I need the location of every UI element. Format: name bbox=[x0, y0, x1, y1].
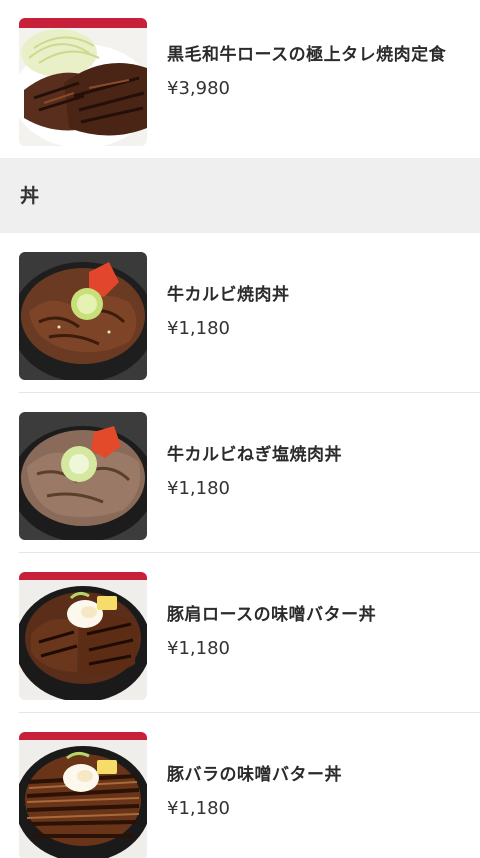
menu-item-karubi-don[interactable]: 牛カルビ焼肉丼 ¥1,180 bbox=[0, 233, 480, 393]
menu-item-price: ¥1,180 bbox=[167, 478, 230, 499]
menu-item-price: ¥3,980 bbox=[167, 78, 230, 99]
menu-item-price: ¥1,180 bbox=[167, 798, 230, 819]
food-photo-beef-teishoku bbox=[19, 18, 147, 146]
menu-item-price: ¥1,180 bbox=[167, 638, 230, 659]
section-header-don: 丼 bbox=[0, 158, 480, 233]
section-title: 丼 bbox=[20, 185, 40, 207]
food-photo-pork-shoulder-don bbox=[19, 572, 147, 700]
menu-item-teishoku[interactable]: 黒毛和牛ロースの極上タレ焼肉定食 ¥3,980 bbox=[0, 0, 480, 158]
menu-item-pork-shoulder-don[interactable]: 豚肩ロースの味噌バター丼 ¥1,180 bbox=[0, 553, 480, 713]
menu-item-name: 豚バラの味噌バター丼 bbox=[167, 765, 342, 785]
menu-item-name: 牛カルビ焼肉丼 bbox=[167, 285, 290, 305]
food-photo-negi-shio-don bbox=[19, 412, 147, 540]
food-photo-pork-belly-don bbox=[19, 732, 147, 858]
menu-list-page: 黒毛和牛ロースの極上タレ焼肉定食 ¥3,980 丼 牛カルビ焼肉丼 ¥1,180… bbox=[0, 0, 480, 858]
food-photo-karubi-don bbox=[19, 252, 147, 380]
menu-item-name: 牛カルビねぎ塩焼肉丼 bbox=[167, 445, 342, 465]
menu-item-negi-shio-don[interactable]: 牛カルビねぎ塩焼肉丼 ¥1,180 bbox=[0, 393, 480, 553]
menu-item-price: ¥1,180 bbox=[167, 318, 230, 339]
menu-item-name: 豚肩ロースの味噌バター丼 bbox=[167, 605, 377, 625]
menu-item-pork-belly-don[interactable]: 豚バラの味噌バター丼 ¥1,180 bbox=[0, 713, 480, 858]
menu-item-name: 黒毛和牛ロースの極上タレ焼肉定食 bbox=[167, 45, 447, 65]
